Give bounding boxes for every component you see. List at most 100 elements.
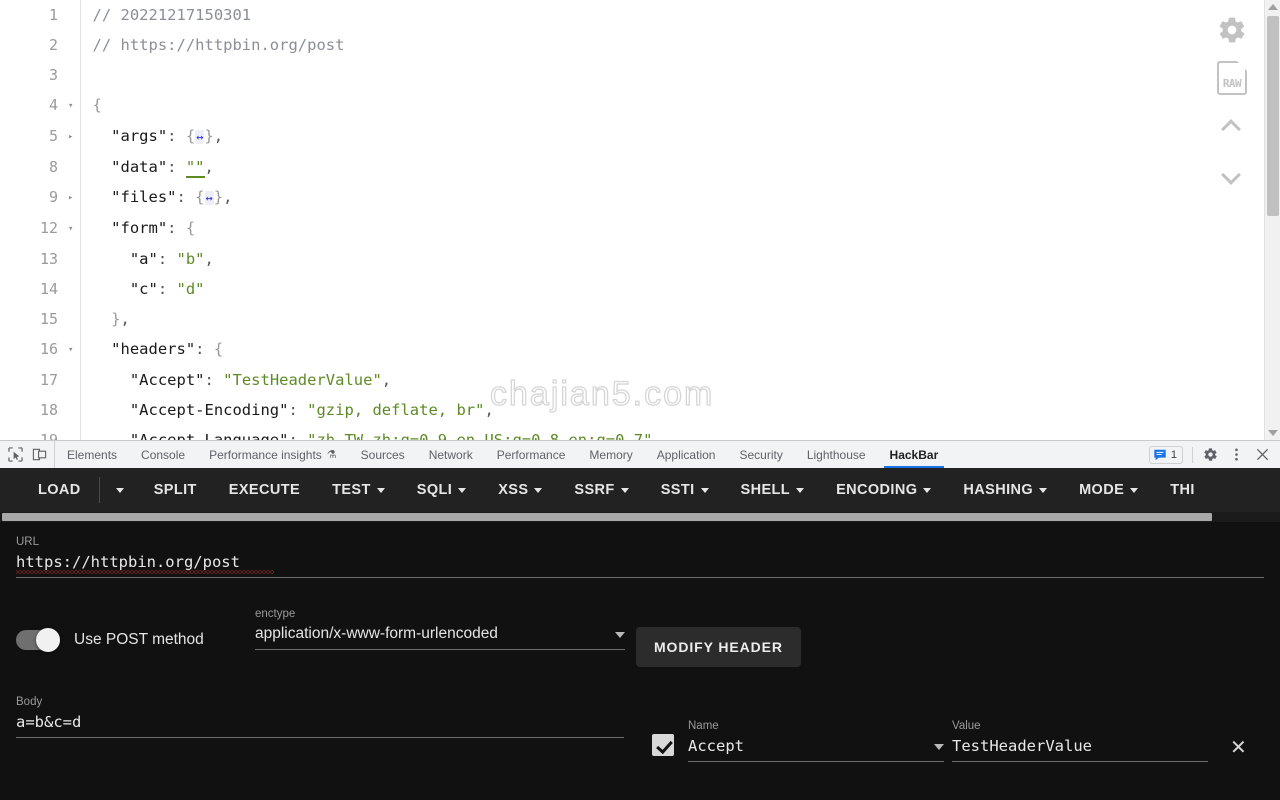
inspect-element-icon-svg — [8, 447, 23, 462]
message-count: 1 — [1170, 448, 1177, 461]
raw-view-icon[interactable]: RAW — [1212, 58, 1252, 98]
settings-gear-icon[interactable] — [1198, 443, 1222, 467]
tab-label: Memory — [589, 447, 633, 462]
use-post-method-group: Use POST method — [16, 628, 255, 652]
scroll-down-arrow-icon[interactable] — [1268, 430, 1278, 436]
code-token: , — [223, 188, 233, 206]
hackbar-menu-thi[interactable]: THI — [1154, 472, 1211, 508]
hackbar-menu-ssti[interactable]: SSTI — [645, 472, 725, 508]
more-options-icon[interactable] — [1224, 443, 1248, 467]
url-input[interactable]: https://httpbin.org/post — [16, 553, 1264, 578]
hackbar-menu-encoding[interactable]: ENCODING — [820, 472, 947, 508]
url-field-group: URL https://httpbin.org/post — [16, 536, 1264, 578]
more-options-icon-svg — [1234, 448, 1238, 461]
menu-label: HASHING — [963, 482, 1034, 498]
body-input[interactable]: a=b&c=d — [16, 713, 624, 738]
line-number: 3 — [0, 60, 62, 90]
fold-toggle-icon[interactable]: ▸ — [62, 182, 81, 213]
fold-toggle-icon[interactable]: ▸ — [62, 121, 81, 152]
fold-toggle-icon[interactable]: ▾ — [62, 90, 81, 121]
tab-performance-insights[interactable]: Performance insights ⚗ — [197, 441, 349, 468]
menu-label: XSS — [498, 482, 529, 498]
code-token[interactable]: ↔ — [204, 191, 214, 205]
chevron-up-icon — [1222, 120, 1242, 132]
scrollbar-thumb[interactable] — [1267, 16, 1279, 216]
scroll-up-arrow-icon[interactable] — [1268, 4, 1278, 10]
hackbar-menu-hashing[interactable]: HASHING — [947, 472, 1063, 508]
close-devtools-icon[interactable] — [1250, 443, 1274, 467]
header-name-group: Name Accept — [688, 720, 944, 762]
header-name-select[interactable]: Accept — [688, 737, 944, 762]
code-token: : — [288, 431, 308, 440]
hackbar-menu-test[interactable]: TEST — [316, 472, 401, 508]
hackbar-menu-execute[interactable]: EXECUTE — [213, 472, 316, 508]
header-enabled-checkbox[interactable] — [652, 734, 674, 756]
message-count-badge[interactable]: 1 — [1148, 445, 1183, 464]
code-token: "c" — [92, 280, 158, 298]
tab-security[interactable]: Security — [727, 441, 794, 468]
collapse-all-icon[interactable] — [1212, 106, 1252, 146]
code-token: : — [167, 127, 186, 145]
code-token: "zh-TW,zh;q=0.9,en-US;q=0.8,en;q=0.7" — [307, 431, 653, 440]
code-line-content: }, — [80, 304, 1255, 334]
tab-application[interactable]: Application — [645, 441, 728, 468]
enctype-select[interactable]: application/x-www-form-urlencoded — [255, 625, 625, 650]
header-value-input[interactable]: TestHeaderValue — [952, 737, 1208, 762]
json-viewer-toolbar: RAW — [1210, 10, 1254, 194]
line-number: 15 — [0, 304, 62, 334]
url-value: https://httpbin.org/post — [16, 553, 240, 571]
hackbar-menu-ssrf[interactable]: SSRF — [558, 472, 644, 508]
gear-icon[interactable] — [1212, 10, 1252, 50]
close-icon-svg — [1256, 448, 1268, 461]
caret-down-icon — [923, 487, 932, 493]
hackbar-menu-xss[interactable]: XSS — [482, 472, 558, 508]
device-toolbar-icon[interactable] — [31, 446, 48, 463]
code-line-content: "c": "d" — [80, 274, 1255, 304]
code-token: "form" — [92, 219, 168, 237]
use-post-method-toggle[interactable] — [16, 628, 60, 652]
hackbar-menu-shell[interactable]: SHELL — [725, 472, 821, 508]
device-toolbar-icon-svg — [32, 448, 47, 461]
line-number: 9 — [0, 182, 62, 213]
code-token: // 20221217150301 — [92, 6, 252, 24]
tab-lighthouse[interactable]: Lighthouse — [795, 441, 878, 468]
hackbar-menu-split[interactable]: SPLIT — [138, 472, 213, 508]
hackbar-horizontal-scrollbar[interactable] — [0, 512, 1280, 522]
settings-gear-icon-svg — [1203, 448, 1217, 461]
tab-console[interactable]: Console — [129, 441, 197, 468]
tab-memory[interactable]: Memory — [577, 441, 644, 468]
caret-down-icon — [115, 487, 124, 493]
hackbar-menu-load[interactable]: LOAD — [22, 472, 97, 508]
code-token: "d" — [176, 280, 205, 298]
code-token: "data" — [92, 158, 168, 176]
code-token: : — [204, 371, 224, 389]
code-line: 8 "data": "", — [0, 152, 1255, 182]
hackbar-menu-sqli[interactable]: SQLI — [401, 472, 482, 508]
body-label: Body — [16, 696, 43, 708]
inspect-element-icon[interactable] — [7, 446, 24, 463]
tab-elements[interactable]: Elements — [55, 441, 129, 468]
json-vertical-scrollbar[interactable] — [1264, 0, 1280, 440]
tab-hackbar[interactable]: HackBar — [878, 441, 951, 468]
tab-network[interactable]: Network — [417, 441, 485, 468]
fold-spacer — [62, 365, 81, 395]
modify-header-button[interactable]: MODIFY HEADER — [636, 627, 801, 667]
hscrollbar-thumb[interactable] — [2, 513, 1212, 521]
code-token: "headers" — [92, 340, 196, 358]
remove-header-icon[interactable]: ✕ — [1230, 735, 1247, 760]
code-token: : — [288, 401, 308, 419]
tab-performance[interactable]: Performance — [485, 441, 578, 468]
tab-label: Sources — [360, 447, 405, 462]
fold-toggle-icon[interactable]: ▾ — [62, 334, 81, 365]
code-line-content: "a": "b", — [80, 244, 1255, 274]
load-dropdown-button[interactable] — [102, 478, 138, 503]
code-token: } — [213, 188, 224, 206]
expand-all-icon[interactable] — [1212, 154, 1252, 194]
fold-toggle-icon[interactable]: ▾ — [62, 213, 81, 244]
tab-label: Elements — [67, 447, 118, 462]
hackbar-menu-mode[interactable]: MODE — [1063, 472, 1154, 508]
fold-spacer — [62, 30, 81, 60]
json-code-area[interactable]: 1 // 20221217150301 2 // https://httpbin.or… — [0, 0, 1255, 440]
menu-label: TEST — [332, 482, 371, 498]
tab-sources[interactable]: Sources — [349, 441, 417, 468]
